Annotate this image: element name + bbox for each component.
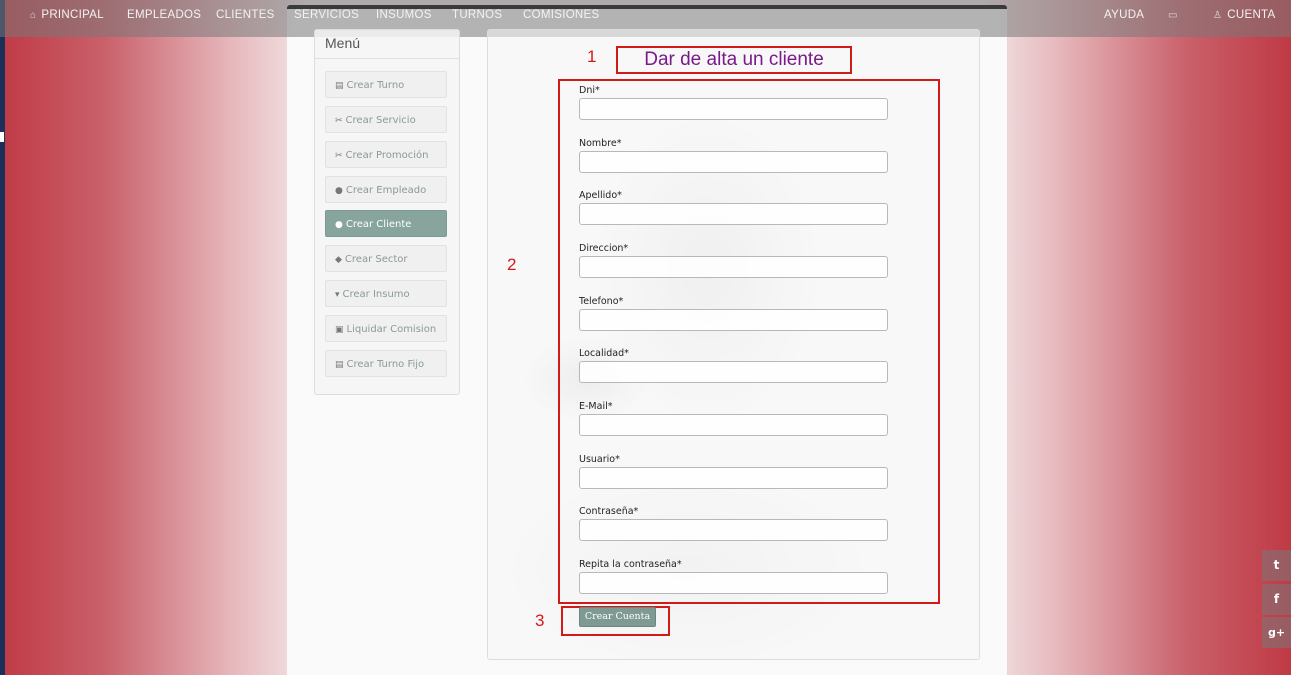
nav-insumos[interactable]: INSUMOS <box>376 9 432 21</box>
nav-empleados[interactable]: EMPLEADOS <box>127 9 201 21</box>
direccion-field[interactable] <box>579 256 888 278</box>
menu-item-label: Crear Promoción <box>345 150 429 161</box>
password-field[interactable] <box>579 519 888 541</box>
menu-item-crear-turno[interactable]: ▤ Crear Turno <box>325 71 447 98</box>
form-title: Dar de alta un cliente <box>616 46 852 74</box>
nav-servicios[interactable]: SERVICIOS <box>294 9 359 21</box>
menu-item-label: Crear Insumo <box>342 289 410 300</box>
menu-item-label: Crear Empleado <box>345 185 427 196</box>
user-icon: ♙ <box>1213 10 1223 21</box>
tags-icon: ◆ <box>335 255 342 265</box>
facebook-icon[interactable]: f <box>1262 584 1291 615</box>
google-plus-icon[interactable]: g+ <box>1262 617 1291 648</box>
usuario-field[interactable] <box>579 467 888 489</box>
calendar-icon: ▤ <box>335 81 344 91</box>
menu-item-crear-turno-fijo[interactable]: ▤ Crear Turno Fijo <box>325 350 447 377</box>
menu-item-crear-insumo[interactable]: ▾ Crear Insumo <box>325 280 447 307</box>
nav-clientes[interactable]: CLIENTES <box>216 9 275 21</box>
menu-item-crear-empleado[interactable]: ● Crear Empleado <box>325 176 447 203</box>
menu-item-label: Crear Turno Fijo <box>346 359 425 370</box>
cart-icon: ▾ <box>335 290 340 300</box>
nav-ayuda[interactable]: AYUDA <box>1104 9 1144 21</box>
nav-calendar[interactable]: ▭ <box>1168 9 1183 21</box>
cursor-marker <box>0 132 4 142</box>
scissors-icon: ✂ <box>335 151 343 161</box>
label-dni: Dni* <box>579 85 600 96</box>
user-icon: ● <box>335 220 343 230</box>
label-apellido: Apellido* <box>579 190 622 201</box>
annotation-1: 1 <box>587 47 597 66</box>
menu-item-label: Crear Servicio <box>345 115 416 126</box>
label-usuario: Usuario* <box>579 454 620 465</box>
password-confirm-field[interactable] <box>579 572 888 594</box>
menu-title: Menú <box>325 35 361 51</box>
twitter-icon[interactable]: t <box>1262 550 1291 581</box>
nav-comisiones[interactable]: COMISIONES <box>523 9 599 21</box>
label-email: E-Mail* <box>579 401 613 412</box>
label-telefono: Telefono* <box>579 296 624 307</box>
annotation-3: 3 <box>535 611 545 630</box>
crear-cuenta-button[interactable]: Crear Cuenta <box>579 607 656 627</box>
menu-item-label: Liquidar Comision <box>346 324 437 335</box>
menu-item-crear-sector[interactable]: ◆ Crear Sector <box>325 245 447 272</box>
money-icon: ▣ <box>335 325 344 335</box>
menu-item-crear-cliente[interactable]: ● Crear Cliente <box>325 210 447 237</box>
localidad-field[interactable] <box>579 361 888 383</box>
nav-principal-label: PRINCIPAL <box>41 9 104 21</box>
dni-field[interactable] <box>579 98 888 120</box>
email-field[interactable] <box>579 414 888 436</box>
menu-divider <box>315 58 459 59</box>
calendar-icon: ▭ <box>1168 10 1178 21</box>
side-menu: Menú ▤ Crear Turno ✂ Crear Servicio ✂ Crear… <box>314 29 460 395</box>
annotation-2: 2 <box>507 255 517 274</box>
home-icon: ⌂ <box>30 10 37 21</box>
nav-cuenta[interactable]: ♙ CUENTA <box>1213 9 1276 21</box>
calendar-icon: ▤ <box>335 360 344 370</box>
menu-item-crear-servicio[interactable]: ✂ Crear Servicio <box>325 106 447 133</box>
telefono-field[interactable] <box>579 309 888 331</box>
menu-item-liquidar-comision[interactable]: ▣ Liquidar Comision <box>325 315 447 342</box>
nav-turnos[interactable]: TURNOS <box>452 9 502 21</box>
background-edge <box>0 0 5 675</box>
scissors-icon: ✂ <box>335 116 343 126</box>
label-repita-contrasena: Repita la contraseña* <box>579 559 682 570</box>
nav-cuenta-label: CUENTA <box>1227 9 1276 21</box>
menu-item-label: Crear Sector <box>344 254 408 265</box>
menu-item-label: Crear Cliente <box>345 219 412 230</box>
menu-item-label: Crear Turno <box>346 80 405 91</box>
label-localidad: Localidad* <box>579 348 629 359</box>
label-nombre: Nombre* <box>579 138 622 149</box>
menu-item-crear-promocion[interactable]: ✂ Crear Promoción <box>325 141 447 168</box>
nav-principal[interactable]: ⌂ PRINCIPAL <box>30 9 104 21</box>
label-contrasena: Contraseña* <box>579 506 639 517</box>
label-direccion: Direccion* <box>579 243 629 254</box>
apellido-field[interactable] <box>579 203 888 225</box>
nombre-field[interactable] <box>579 151 888 173</box>
user-icon: ● <box>335 186 343 196</box>
